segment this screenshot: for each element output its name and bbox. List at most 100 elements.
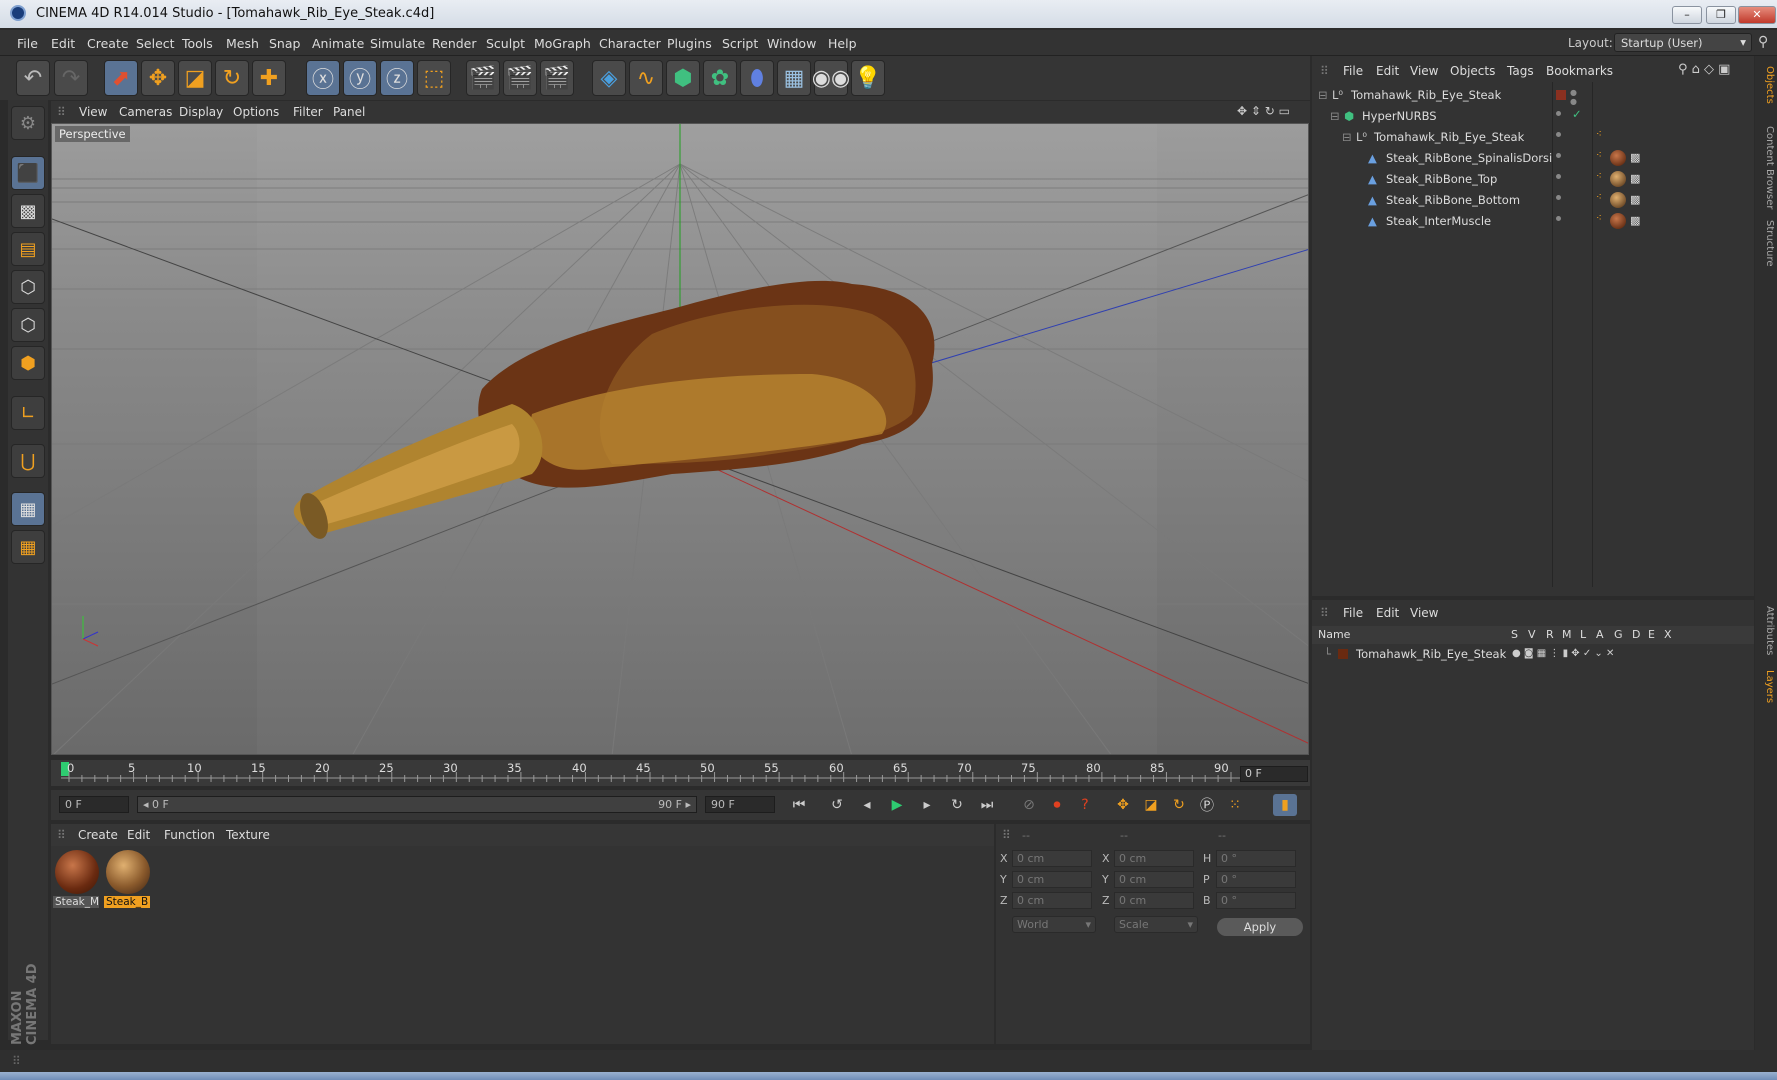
menu-edit[interactable]: Edit: [51, 36, 75, 51]
keyframe-selection-button[interactable]: ?: [1073, 794, 1097, 816]
layers-menu-view[interactable]: View: [1410, 606, 1438, 620]
position-y-field[interactable]: 0 cm: [1012, 871, 1092, 888]
menu-mesh[interactable]: Mesh: [226, 36, 259, 51]
recent-tool-button[interactable]: ✚: [252, 60, 286, 96]
model-mode-button[interactable]: ⬛: [11, 156, 45, 190]
edges-mode-button[interactable]: ⬡: [11, 308, 45, 342]
light-button[interactable]: 💡: [851, 60, 885, 96]
apply-button[interactable]: Apply: [1217, 918, 1303, 936]
undo-button[interactable]: ↶: [16, 60, 50, 96]
autokey-button[interactable]: ⏺: [1045, 794, 1069, 816]
material-tag-icon[interactable]: [1610, 171, 1626, 187]
object-row[interactable]: ▲ Steak_RibBone_Top ⁖ ▩: [1312, 169, 1754, 189]
tab-content-browser[interactable]: Content Browser: [1757, 126, 1775, 209]
visibility-dot-icon[interactable]: [1556, 216, 1561, 221]
y-axis-button[interactable]: ⓨ: [343, 60, 377, 96]
object-row[interactable]: ⊟ L⁰ Tomahawk_Rib_Eye_Steak ⁖: [1312, 127, 1754, 147]
next-frame-button[interactable]: ▸: [915, 794, 939, 816]
menu-select[interactable]: Select: [136, 36, 175, 51]
phong-tag-icon[interactable]: ⁖: [1596, 150, 1602, 161]
live-select-button[interactable]: ⬈: [104, 60, 138, 96]
end-frame-field[interactable]: 90 F: [705, 796, 775, 813]
object-row[interactable]: ▲ Steak_RibBone_SpinalisDorsi ⁖ ▩: [1312, 148, 1754, 168]
record-keys-button[interactable]: ⊘: [1017, 794, 1041, 816]
key-param-button[interactable]: Ⓟ: [1195, 794, 1219, 816]
coordinate-system-button[interactable]: ⬚: [417, 60, 451, 96]
polygons-mode-button[interactable]: ⬢: [11, 346, 45, 380]
objects-menu-objects[interactable]: Objects: [1450, 64, 1495, 78]
array-button[interactable]: ✿: [703, 60, 737, 96]
layout-select[interactable]: Startup (User) ▾: [1614, 33, 1752, 52]
object-row[interactable]: ▲ Steak_RibBone_Bottom ⁖ ▩: [1312, 190, 1754, 210]
material-tag-icon[interactable]: [1610, 213, 1626, 229]
size-x-field[interactable]: 0 cm: [1114, 850, 1194, 867]
object-row[interactable]: ⊟ L⁰ Tomahawk_Rib_Eye_Steak ● ●: [1312, 85, 1754, 106]
menu-create[interactable]: Create: [87, 36, 129, 51]
object-row[interactable]: ▲ Steak_InterMuscle ⁖ ▩: [1312, 211, 1754, 231]
viewport-menu-cameras[interactable]: Cameras: [119, 105, 172, 119]
size-z-field[interactable]: 0 cm: [1114, 892, 1194, 909]
current-frame-field[interactable]: 0 F: [1240, 766, 1308, 782]
floor-button[interactable]: ▦: [777, 60, 811, 96]
material-menu-edit[interactable]: Edit: [127, 828, 150, 842]
layers-menu-edit[interactable]: Edit: [1376, 606, 1399, 620]
material-menu-function[interactable]: Function: [164, 828, 215, 842]
layer-row[interactable]: └ Tomahawk_Rib_Eye_Steak ● ◙ ▦ ⋮ ▮ ✥ ✓ ⌄…: [1312, 644, 1754, 664]
snap-button[interactable]: ⋃: [11, 444, 45, 478]
lock-workplane-button[interactable]: ▦: [11, 492, 45, 526]
material-swatch[interactable]: Steak_B: [104, 848, 150, 908]
uvw-tag-icon[interactable]: ▩: [1630, 172, 1640, 185]
objects-menu-file[interactable]: File: [1343, 64, 1363, 78]
menu-window[interactable]: Window: [767, 36, 816, 51]
visibility-dot-icon[interactable]: [1556, 153, 1561, 158]
key-scale-button[interactable]: ◪: [1139, 794, 1163, 816]
menu-render[interactable]: Render: [432, 36, 477, 51]
deformer-button[interactable]: ⬮: [740, 60, 774, 96]
rotation-b-field[interactable]: 0 °: [1216, 892, 1296, 909]
cube-object-button[interactable]: ◈: [592, 60, 626, 96]
goto-end-button[interactable]: ⏭: [975, 794, 999, 816]
tab-objects[interactable]: Objects: [1757, 66, 1775, 104]
timeline-ruler[interactable]: 0 5 10 15 20 25 30 35 40 45 50 55 60 65 …: [51, 760, 1310, 786]
visibility-dots-icon[interactable]: ● ●: [1570, 88, 1577, 106]
position-x-field[interactable]: 0 cm: [1012, 850, 1092, 867]
prev-key-button[interactable]: ↺: [825, 794, 849, 816]
uvw-tag-icon[interactable]: ▩: [1630, 214, 1640, 227]
tab-layers[interactable]: Layers: [1757, 670, 1775, 703]
material-tag-icon[interactable]: [1610, 150, 1626, 166]
material-menu-texture[interactable]: Texture: [226, 828, 270, 842]
object-row[interactable]: ⊟ ⬢ HyperNURBS ✓: [1312, 106, 1754, 126]
workplane-button[interactable]: ▤: [11, 232, 45, 266]
x-axis-button[interactable]: ⓧ: [306, 60, 340, 96]
minimize-button[interactable]: –: [1672, 6, 1702, 24]
phong-tag-icon[interactable]: ⁖: [1596, 171, 1602, 182]
size-mode-select[interactable]: Scale ▾: [1114, 916, 1198, 933]
viewport-nav-icons[interactable]: ✥ ⇕ ↻ ▭: [1237, 104, 1290, 118]
material-menu-create[interactable]: Create: [78, 828, 118, 842]
points-mode-button[interactable]: ⬡: [11, 270, 45, 304]
start-frame-field[interactable]: 0 F: [59, 796, 129, 813]
z-axis-button[interactable]: ⓩ: [380, 60, 414, 96]
objects-search-icons[interactable]: ⚲ ⌂ ◇ ▣: [1678, 62, 1730, 77]
close-button[interactable]: ✕: [1738, 6, 1776, 24]
visibility-dot-icon[interactable]: [1556, 111, 1561, 116]
phong-tag-icon[interactable]: ⁖: [1596, 192, 1602, 203]
menu-sculpt[interactable]: Sculpt: [486, 36, 525, 51]
layer-color-icon[interactable]: [1338, 649, 1348, 659]
key-position-button[interactable]: ✥: [1111, 794, 1135, 816]
phong-tag-icon[interactable]: ⁖: [1596, 213, 1602, 224]
collapse-icon[interactable]: ⊟: [1330, 109, 1340, 123]
viewport-perspective[interactable]: Perspective: [51, 123, 1309, 755]
menu-script[interactable]: Script: [722, 36, 758, 51]
timeline-window-button[interactable]: ▮: [1273, 794, 1297, 816]
render-view-button[interactable]: 🎬: [466, 60, 500, 96]
maximize-button[interactable]: ❐: [1706, 6, 1736, 24]
viewport-menu-panel[interactable]: Panel: [333, 105, 365, 119]
layers-menu-file[interactable]: File: [1343, 606, 1363, 620]
render-settings-button[interactable]: 🎬: [540, 60, 574, 96]
uvw-tag-icon[interactable]: ▩: [1630, 151, 1640, 164]
visibility-dot-icon[interactable]: [1556, 132, 1561, 137]
spline-button[interactable]: ∿: [629, 60, 663, 96]
menu-simulate[interactable]: Simulate: [370, 36, 425, 51]
viewport-menu-options[interactable]: Options: [233, 105, 279, 119]
